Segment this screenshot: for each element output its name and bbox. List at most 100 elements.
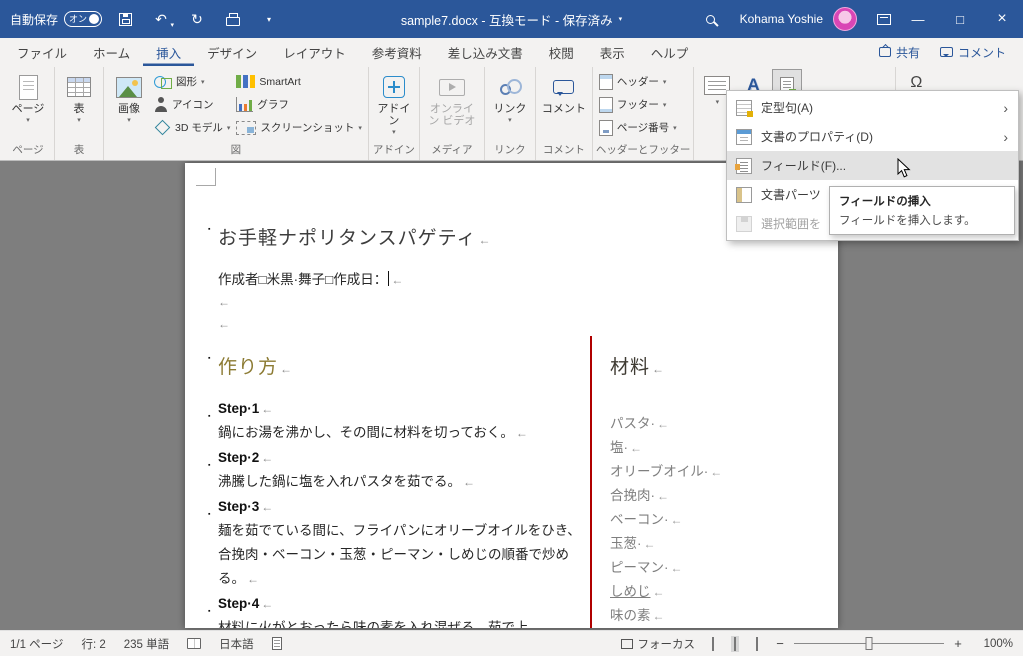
tab-review[interactable]: 校閲 (536, 38, 587, 66)
zoom-level[interactable]: 100% (977, 638, 1013, 650)
chevron-down-icon: ▾ (673, 124, 677, 132)
maximize-button[interactable]: □ (939, 0, 981, 38)
step-label[interactable]: ▪ Step·4 ← (208, 592, 592, 616)
avatar[interactable] (833, 7, 857, 31)
redo-icon: ↻ (191, 10, 203, 27)
close-button[interactable]: × (981, 0, 1023, 38)
redo-button[interactable]: ↻ (184, 5, 210, 33)
zoom-slider-thumb[interactable] (865, 637, 873, 650)
chart-icon (236, 97, 254, 112)
ingredient-item[interactable]: ピーマン· ← (610, 556, 722, 580)
save-button[interactable] (112, 5, 138, 33)
addins-button[interactable]: アドイン ▾ (372, 68, 416, 137)
search-button[interactable] (698, 5, 724, 33)
document-status-button[interactable] (271, 637, 282, 650)
table-button[interactable]: 表 ▾ (58, 68, 100, 125)
autosave-toggle[interactable]: 自動保存 オン (10, 11, 103, 28)
proofing-status-button[interactable] (187, 638, 202, 649)
ingredient-item[interactable]: 味の素 ← (610, 604, 722, 628)
document-byline[interactable]: 作成者□米黒·舞子□作成日： ← (218, 268, 403, 288)
ingredient-item[interactable]: 玉葱· ← (610, 532, 722, 556)
online-video-icon (438, 78, 465, 96)
footer-button[interactable]: フッター ▾ (596, 93, 680, 116)
share-button[interactable]: 共有 (870, 41, 929, 64)
group-media: オンライン ビデオ メディア (420, 67, 485, 160)
focus-button[interactable]: フォーカス (620, 636, 695, 652)
empty-paragraph[interactable]: ← (218, 317, 230, 331)
comments-button[interactable]: コメント (931, 41, 1015, 64)
zoom-out-button[interactable]: − (775, 636, 785, 651)
minimize-icon: — (911, 11, 925, 27)
steps-list[interactable]: ▪ Step·1 ← 鍋にお湯を沸かし、その間に材料を切っておく。 ← ▪ Step·2… (208, 396, 592, 628)
line-indicator[interactable]: 行: 2 (81, 636, 105, 652)
quick-print-button[interactable] (220, 5, 246, 33)
document-title[interactable]: ▪ お手軽ナポリタンスパゲティ ← (208, 223, 491, 250)
picture-button[interactable]: 画像 ▾ (107, 68, 151, 125)
chevron-down-icon: ▾ (662, 78, 667, 86)
step-label[interactable]: ▪ Step·3 ← (208, 495, 592, 519)
web-layout-button[interactable] (753, 636, 761, 652)
empty-paragraph[interactable]: ← (218, 295, 230, 309)
3d-models-button[interactable]: 3D モデル ▾ (151, 116, 233, 139)
step-text[interactable]: 鍋にお湯を沸かし、その間に材料を切っておく。 ← (218, 421, 592, 445)
user-name[interactable]: Kohama Yoshie (740, 12, 823, 26)
tab-mailings[interactable]: 差し込み文書 (435, 38, 536, 66)
customize-qat-button[interactable]: ▾ (256, 5, 282, 33)
ribbon-display-options-icon (877, 13, 891, 25)
heading-bullet-icon: ▪ (208, 462, 211, 469)
tab-help[interactable]: ヘルプ (638, 38, 702, 66)
page-number-button[interactable]: ページ番号 ▾ (596, 116, 680, 139)
undo-button[interactable]: ↶ ▾ (148, 5, 174, 33)
smartart-button[interactable]: SmartArt (233, 70, 365, 93)
tab-home[interactable]: ホーム (80, 38, 143, 66)
tab-insert[interactable]: 挿入 (143, 38, 194, 66)
tab-design[interactable]: デザイン (194, 38, 270, 66)
minimize-button[interactable]: — (897, 0, 939, 38)
chevron-down-icon: ▾ (201, 78, 205, 86)
link-button[interactable]: リンク ▾ (488, 68, 532, 125)
shapes-icon (154, 74, 172, 89)
menu-item-autotext[interactable]: 定型句(A) › (727, 93, 1018, 122)
ribbon-display-options-button[interactable] (871, 5, 897, 33)
tab-file[interactable]: ファイル (4, 38, 80, 66)
step-text[interactable]: 麺を茹でている間に、フライパンにオリーブオイルをひき、合挽肉・ベーコン・玉葱・ピ… (218, 519, 592, 591)
menu-item-document-property[interactable]: 文書のプロパティ(D) › (727, 122, 1018, 151)
steps-heading[interactable]: ▪ 作り方 ← (208, 352, 293, 379)
language-indicator[interactable]: 日本語 (219, 636, 254, 652)
screenshot-button[interactable]: スクリーンショット ▾ (233, 116, 365, 139)
step-text[interactable]: 材料に火がとおったら味の素を入れ混ぜる。茹で上 (218, 616, 592, 628)
ingredients-list[interactable]: パスタ· ← 塩· ← オリーブオイル· ← 合挽肉· ← ベーコン· ← 玉葱· ← ピー… (610, 412, 722, 628)
chevron-down-icon: ▾ (392, 129, 396, 136)
step-label[interactable]: ▪ Step·2 ← (208, 446, 592, 470)
step-label[interactable]: ▪ Step·1 ← (208, 397, 592, 421)
chart-button[interactable]: グラフ (233, 93, 365, 116)
smartart-icon (236, 75, 242, 88)
ingredient-item[interactable]: 塩· ← (610, 436, 722, 460)
shapes-button[interactable]: 図形 ▾ (151, 70, 233, 93)
autosave-switch[interactable]: オン (64, 11, 103, 27)
submenu-arrow-icon: › (1003, 128, 1008, 145)
zoom-in-button[interactable]: + (953, 636, 963, 651)
pages-button[interactable]: ページ ▾ (5, 68, 51, 125)
word-count[interactable]: 235 単語 (124, 636, 169, 652)
heading-bullet-icon: ▪ (208, 511, 211, 518)
page-indicator[interactable]: 1/1 ページ (10, 636, 63, 652)
zoom-slider[interactable] (794, 637, 944, 650)
new-comment-button[interactable]: コメント (539, 68, 589, 115)
ingredients-heading[interactable]: 材料 ← (610, 352, 665, 379)
read-mode-button[interactable] (709, 636, 717, 652)
ingredient-item[interactable]: ベーコン· ← (610, 508, 722, 532)
tooltip-body: フィールドを挿入します。 (839, 215, 976, 227)
header-button[interactable]: ヘッダー ▾ (596, 70, 680, 93)
print-layout-button[interactable] (731, 635, 739, 652)
ingredient-item[interactable]: パスタ· ← (610, 412, 722, 436)
tab-layout[interactable]: レイアウト (270, 38, 359, 66)
ingredient-item[interactable]: オリーブオイル· ← (610, 460, 722, 484)
ingredient-item[interactable]: 合挽肉· ← (610, 484, 722, 508)
icons-button[interactable]: アイコン (151, 93, 233, 116)
step-text[interactable]: 沸騰した鍋に塩を入れパスタを茹でる。 ← (218, 470, 592, 494)
ingredient-item[interactable]: しめじ ← (610, 580, 722, 604)
tab-view[interactable]: 表示 (587, 38, 638, 66)
menu-item-field[interactable]: フィールド(F)... (727, 151, 1018, 180)
tab-references[interactable]: 参考資料 (359, 38, 435, 66)
